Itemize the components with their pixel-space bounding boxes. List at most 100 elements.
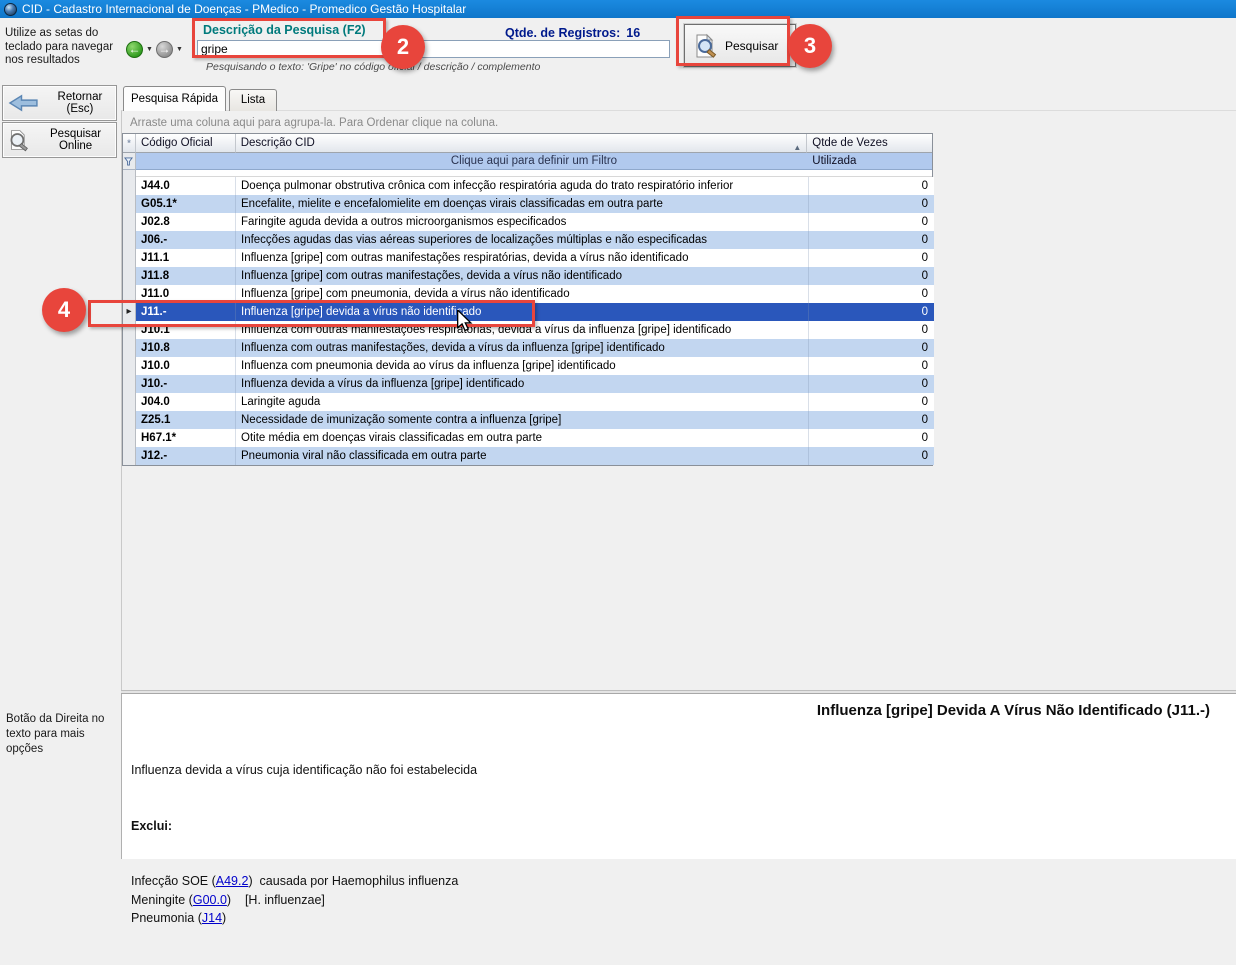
cell-qtde-utilizada: 0 xyxy=(809,447,934,465)
window-title: CID - Cadastro Internacional de Doenças … xyxy=(22,2,466,16)
column-header-qtde[interactable]: Qtde de Vezes Utilizada xyxy=(807,134,932,153)
column-header-codigo[interactable]: Código Oficial xyxy=(136,134,236,153)
cell-descricao-cid: Influenza devida a vírus da influenza [g… xyxy=(236,375,809,393)
grid-gap-row xyxy=(123,170,932,177)
row-selector xyxy=(123,231,136,249)
table-row[interactable]: J04.0Laringite aguda0 xyxy=(123,393,932,411)
mouse-cursor xyxy=(456,310,474,332)
cell-codigo-oficial: J11.8 xyxy=(136,267,236,285)
cell-codigo-oficial: J04.0 xyxy=(136,393,236,411)
row-selector xyxy=(123,429,136,447)
row-selector xyxy=(123,249,136,267)
cell-qtde-utilizada: 0 xyxy=(809,303,934,321)
cell-descricao-cid: Influenza [gripe] com outras manifestaçõ… xyxy=(236,267,809,285)
cell-qtde-utilizada: 0 xyxy=(809,411,934,429)
forward-dropdown-icon[interactable]: ▼ xyxy=(176,46,183,53)
cell-qtde-utilizada: 0 xyxy=(809,357,934,375)
row-selector xyxy=(123,213,136,231)
row-selector xyxy=(123,393,136,411)
table-row[interactable]: J11.1Influenza [gripe] com outras manife… xyxy=(123,249,932,267)
exclusion-text: ) causada por Haemophilus influenza xyxy=(248,874,458,888)
group-by-hint: Arraste uma coluna aqui para agrupa-la. … xyxy=(130,117,498,129)
cell-descricao-cid: Encefalite, mielite e encefalomielite em… xyxy=(236,195,809,213)
cell-qtde-utilizada: 0 xyxy=(809,213,934,231)
filter-funnel-icon xyxy=(123,153,136,170)
sort-ascending-icon: ▲ xyxy=(793,139,801,157)
exclusion-text: ) xyxy=(222,911,226,925)
search-scope-hint: Pesquisando o texto: 'Gripe' no código o… xyxy=(206,61,540,73)
column-header-descricao[interactable]: Descrição CID ▲ xyxy=(236,134,808,153)
cell-qtde-utilizada: 0 xyxy=(809,177,934,195)
navigate-back-button[interactable]: ← xyxy=(126,41,143,58)
cell-codigo-oficial: Z25.1 xyxy=(136,411,236,429)
select-all-icon[interactable]: * xyxy=(123,134,136,153)
exclui-label: Exclui: xyxy=(131,817,477,836)
table-row[interactable]: Z25.1Necessidade de imunização somente c… xyxy=(123,411,932,429)
return-button[interactable]: Retornar (Esc) xyxy=(2,85,117,121)
cell-qtde-utilizada: 0 xyxy=(809,339,934,357)
cell-codigo-oficial: J44.0 xyxy=(136,177,236,195)
forward-arrow-icon: → xyxy=(157,42,172,57)
table-row[interactable]: J10.-Influenza devida a vírus da influen… xyxy=(123,375,932,393)
magnifier-document-icon xyxy=(8,127,30,153)
cid-code-link[interactable]: G00.0 xyxy=(193,893,227,907)
navigate-forward-button[interactable]: → xyxy=(156,41,173,58)
cid-code-link[interactable]: A49.2 xyxy=(216,874,249,888)
table-row[interactable]: J10.8Influenza com outras manifestações,… xyxy=(123,339,932,357)
cell-qtde-utilizada: 0 xyxy=(809,375,934,393)
detail-body: Influenza devida a vírus cuja identifica… xyxy=(131,724,477,965)
exclusion-line: Infecção SOE (A49.2) causada por Haemoph… xyxy=(131,872,477,891)
cell-qtde-utilizada: 0 xyxy=(809,267,934,285)
cell-qtde-utilizada: 0 xyxy=(809,393,934,411)
tab-lista[interactable]: Lista xyxy=(229,89,277,111)
exclusion-line: Meningite (G00.0) [H. influenzae] xyxy=(131,891,477,910)
record-count-value: 16 xyxy=(626,26,640,40)
search-online-button-label: Pesquisar Online xyxy=(35,128,116,152)
annotation-box-search-field xyxy=(192,18,386,58)
row-selector xyxy=(123,411,136,429)
row-selector xyxy=(123,357,136,375)
table-row[interactable]: J02.8Faringite aguda devida a outros mic… xyxy=(123,213,932,231)
table-row[interactable]: H67.1*Otite média em doenças virais clas… xyxy=(123,429,932,447)
cell-codigo-oficial: J10.- xyxy=(136,375,236,393)
cell-qtde-utilizada: 0 xyxy=(809,249,934,267)
table-row[interactable]: J12.-Pneumonia viral não classificada em… xyxy=(123,447,932,465)
row-selector xyxy=(123,447,136,465)
title-bar: CID - Cadastro Internacional de Doenças … xyxy=(0,0,1236,18)
row-selector xyxy=(123,339,136,357)
search-online-button[interactable]: Pesquisar Online xyxy=(2,122,117,158)
table-row[interactable]: J10.0Influenza com pneumonia devida ao v… xyxy=(123,357,932,375)
table-row[interactable]: J11.8Influenza [gripe] com outras manife… xyxy=(123,267,932,285)
cell-codigo-oficial: J10.0 xyxy=(136,357,236,375)
cell-descricao-cid: Otite média em doenças virais classifica… xyxy=(236,429,809,447)
cell-qtde-utilizada: 0 xyxy=(809,321,934,339)
row-selector xyxy=(123,267,136,285)
cell-codigo-oficial: G05.1* xyxy=(136,195,236,213)
cell-qtde-utilizada: 0 xyxy=(809,231,934,249)
back-dropdown-icon[interactable]: ▼ xyxy=(146,46,153,53)
exclusion-text: Meningite ( xyxy=(131,893,193,907)
filter-row[interactable]: Clique aqui para definir um Filtro xyxy=(123,153,932,170)
cell-descricao-cid: Faringite aguda devida a outros microorg… xyxy=(236,213,809,231)
cell-codigo-oficial: H67.1* xyxy=(136,429,236,447)
cell-descricao-cid: Influenza com outras manifestações, devi… xyxy=(236,339,809,357)
annotation-step-3: 3 xyxy=(788,24,832,68)
exclusion-lines: Infecção SOE (A49.2) causada por Haemoph… xyxy=(131,872,477,928)
table-row[interactable]: G05.1*Encefalite, mielite e encefalomiel… xyxy=(123,195,932,213)
annotation-step-2: 2 xyxy=(381,25,425,69)
cell-descricao-cid: Influenza [gripe] com outras manifestaçõ… xyxy=(236,249,809,267)
cell-codigo-oficial: J11.1 xyxy=(136,249,236,267)
cell-codigo-oficial: J10.8 xyxy=(136,339,236,357)
cell-qtde-utilizada: 0 xyxy=(809,429,934,447)
table-row[interactable]: J44.0Doença pulmonar obstrutiva crônica … xyxy=(123,177,932,195)
exclusion-text: Infecção SOE ( xyxy=(131,874,216,888)
cell-qtde-utilizada: 0 xyxy=(809,285,934,303)
cid-code-link[interactable]: J14 xyxy=(202,911,222,925)
cell-descricao-cid: Pneumonia viral não classificada em outr… xyxy=(236,447,809,465)
row-selector xyxy=(123,375,136,393)
tab-pesquisa-rapida[interactable]: Pesquisa Rápida xyxy=(123,86,226,111)
detail-description: Influenza devida a vírus cuja identifica… xyxy=(131,761,477,780)
row-selector xyxy=(123,195,136,213)
table-row[interactable]: J06.-Infecções agudas das vias aéreas su… xyxy=(123,231,932,249)
return-arrow-icon xyxy=(8,94,39,112)
